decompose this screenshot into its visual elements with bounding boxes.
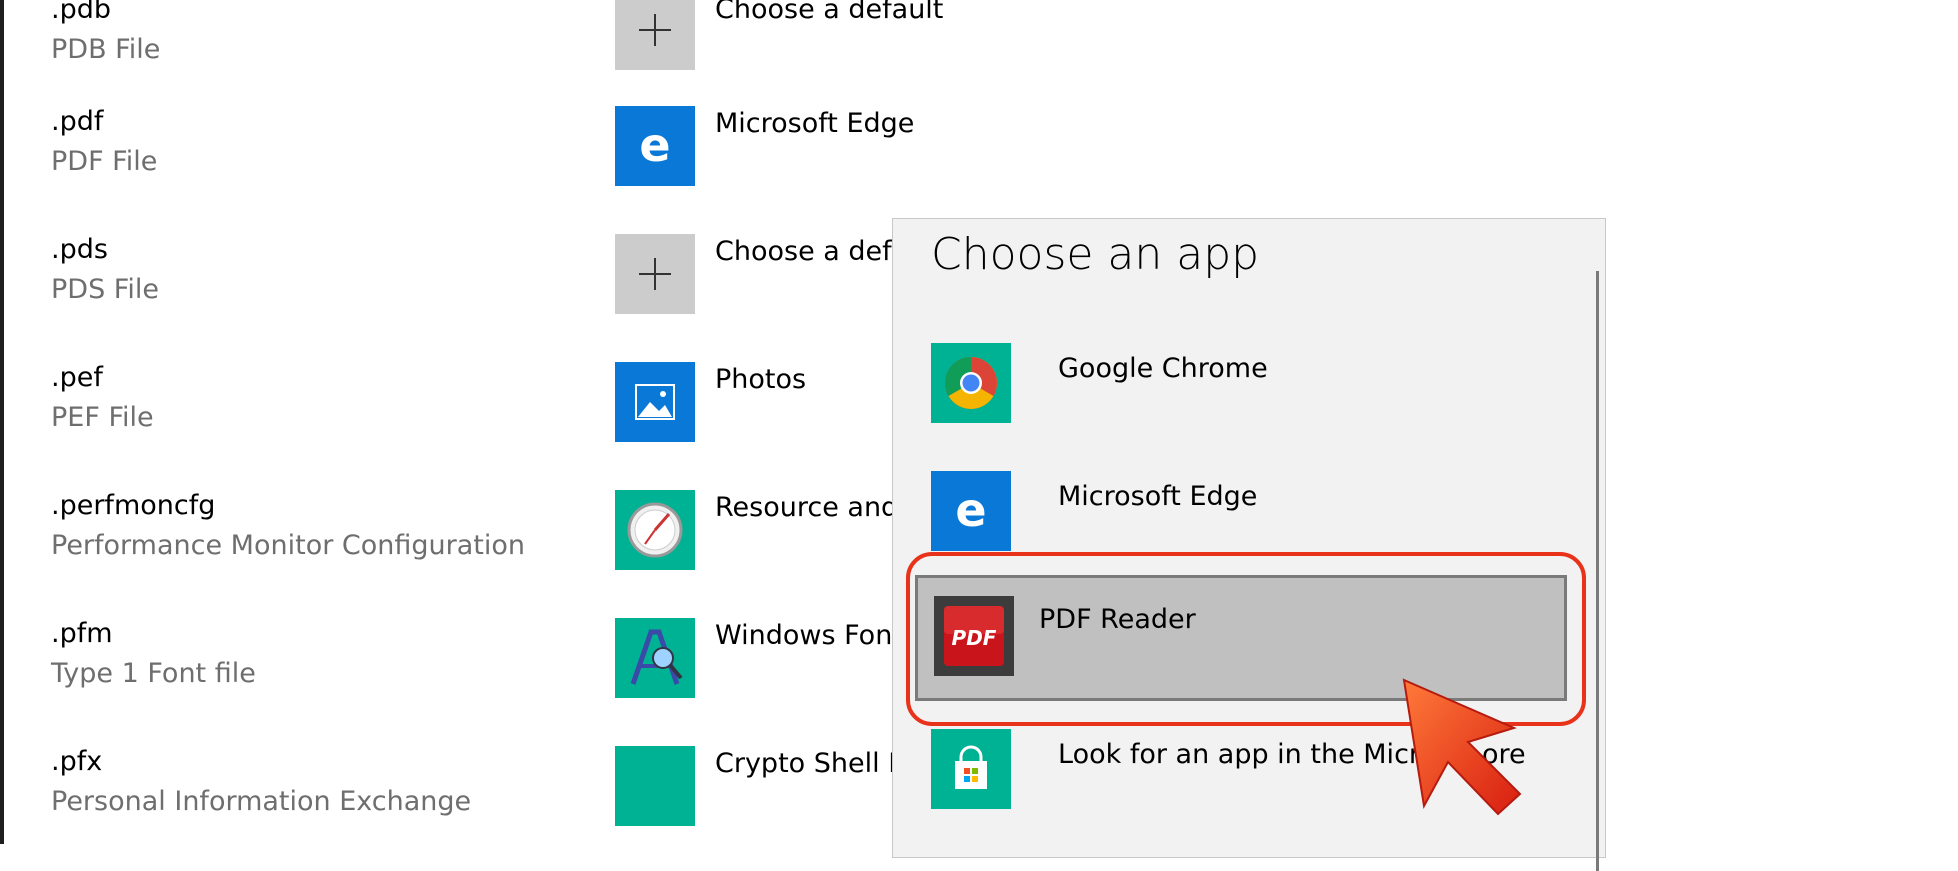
edge-icon[interactable]: e: [615, 106, 695, 186]
default-app-button[interactable]: Windows Fon: [715, 620, 892, 652]
extension-label: .perfmoncfg: [51, 490, 216, 521]
extension-label: .pef: [51, 362, 103, 393]
svg-text:e: e: [639, 121, 670, 171]
extension-label: .pfm: [51, 618, 113, 649]
plus-icon[interactable]: [615, 0, 695, 70]
file-type-description: PDF File: [51, 146, 158, 177]
extension-label: .pdf: [51, 106, 104, 137]
extension-label: .pfx: [51, 746, 103, 777]
file-assoc-row-pdf: .pdf PDF File e Microsoft Edge: [0, 92, 1958, 220]
font-viewer-icon[interactable]: [615, 618, 695, 698]
pointer-cursor-icon: [1402, 678, 1522, 816]
crypto-shell-icon[interactable]: [615, 746, 695, 826]
default-app-button[interactable]: Resource and: [715, 492, 898, 524]
default-app-button[interactable]: Choose a default: [715, 0, 943, 26]
app-option-label: Google Chrome: [1058, 353, 1268, 384]
popup-scrollbar[interactable]: [1596, 271, 1599, 871]
edge-icon: e: [931, 471, 1011, 551]
file-type-description: PDB File: [51, 34, 161, 65]
store-icon: [931, 729, 1011, 809]
photos-icon[interactable]: [615, 362, 695, 442]
default-app-button[interactable]: Crypto Shell E: [715, 748, 905, 780]
extension-label: .pds: [51, 234, 108, 265]
file-type-description: Personal Information Exchange: [51, 786, 472, 817]
svg-text:e: e: [955, 486, 986, 536]
file-assoc-row-pdb: .pdb PDB File Choose a default: [0, 0, 1958, 92]
app-option-google-chrome[interactable]: Google Chrome: [913, 333, 1573, 457]
popup-title: Choose an app: [931, 229, 1260, 280]
default-app-button[interactable]: Choose a defa: [715, 236, 908, 268]
default-app-button[interactable]: Microsoft Edge: [715, 108, 914, 140]
file-type-description: Type 1 Font file: [51, 658, 256, 689]
extension-label: .pdb: [51, 0, 111, 25]
resource-monitor-icon[interactable]: [615, 490, 695, 570]
default-app-button[interactable]: Photos: [715, 364, 806, 396]
plus-icon[interactable]: [615, 234, 695, 314]
app-option-label: Microsoft Edge: [1058, 481, 1258, 512]
file-type-description: Performance Monitor Configuration: [51, 530, 526, 561]
chrome-icon: [931, 343, 1011, 423]
file-type-description: PEF File: [51, 402, 154, 433]
file-type-description: PDS File: [51, 274, 159, 305]
